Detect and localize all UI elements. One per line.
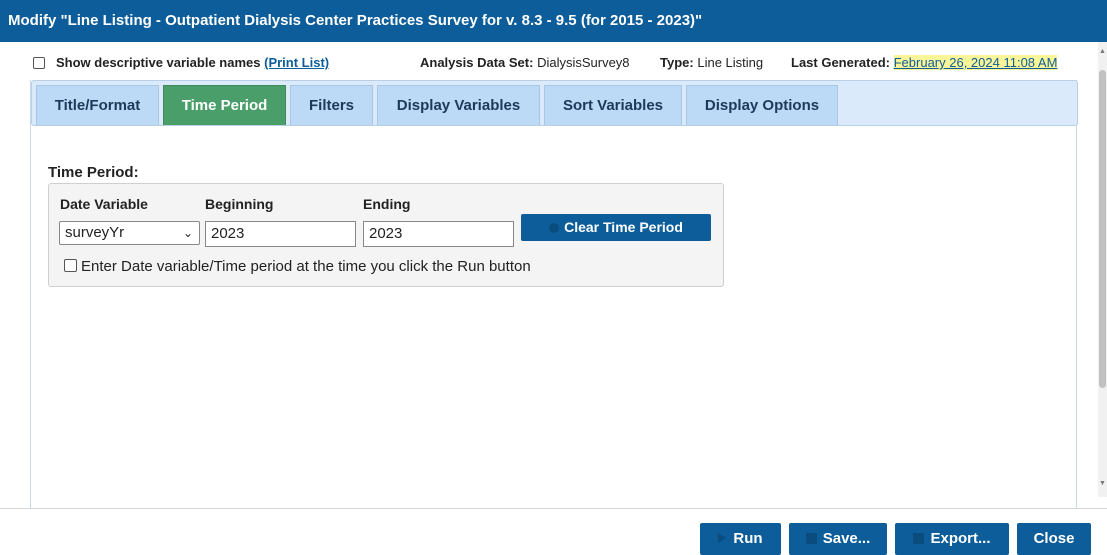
- clear-time-period-label: Clear Time Period: [564, 219, 683, 235]
- analysis-value: DialysisSurvey8: [537, 55, 630, 70]
- play-icon: [718, 533, 727, 543]
- info-bar: Show descriptive variable names (Print L…: [0, 50, 1090, 74]
- print-list-link[interactable]: (Print List): [264, 55, 329, 70]
- type-label: Type:: [660, 55, 694, 70]
- ending-label: Ending: [363, 196, 411, 212]
- save-label: Save...: [822, 530, 871, 547]
- date-variable-value: surveyYr: [65, 224, 125, 241]
- show-descriptive-text: Show descriptive variable names: [56, 55, 261, 70]
- last-generated-label: Last Generated:: [791, 55, 890, 70]
- clear-icon: [549, 223, 560, 233]
- type-info: Type: Line Listing: [660, 55, 763, 70]
- show-descriptive-checkbox[interactable]: [33, 57, 45, 69]
- show-descriptive-label: Show descriptive variable names (Print L…: [56, 55, 329, 70]
- tab-sort-variables[interactable]: Sort Variables: [544, 85, 682, 125]
- analysis-data-set: Analysis Data Set: DialysisSurvey8: [420, 55, 630, 70]
- beginning-input[interactable]: 2023: [205, 221, 356, 247]
- run-button[interactable]: Run: [700, 523, 781, 555]
- dialog-content: Show descriptive variable names (Print L…: [0, 42, 1107, 528]
- run-label: Run: [733, 530, 763, 547]
- date-variable-label: Date Variable: [60, 196, 148, 212]
- export-label: Export...: [930, 530, 991, 547]
- scroll-down-icon[interactable]: ▼: [1099, 480, 1106, 487]
- tab-panel: Title/Format Time Period Filters Display…: [30, 80, 1078, 528]
- time-period-section-label: Time Period:: [48, 164, 139, 181]
- date-variable-select[interactable]: surveyYr ⌄: [59, 221, 200, 245]
- close-button[interactable]: Close: [1017, 523, 1091, 555]
- dialog-footer: Run Save... Export... Close: [0, 508, 1107, 555]
- dialog-title: Modify "Line Listing - Outpatient Dialys…: [0, 0, 1107, 42]
- ending-input[interactable]: 2023: [363, 221, 514, 247]
- time-period-box: Date Variable Beginning Ending surveyYr …: [48, 183, 724, 287]
- tab-display-options[interactable]: Display Options: [686, 85, 838, 125]
- chevron-down-icon: ⌄: [182, 226, 193, 240]
- scroll-up-icon[interactable]: ▲: [1099, 48, 1106, 55]
- tab-filters[interactable]: Filters: [290, 85, 373, 125]
- export-button[interactable]: Export...: [895, 523, 1009, 555]
- save-button[interactable]: Save...: [789, 523, 887, 555]
- vertical-scrollbar[interactable]: ▲ ▼: [1098, 42, 1107, 497]
- scrollbar-thumb[interactable]: [1099, 70, 1106, 388]
- beginning-label: Beginning: [205, 196, 274, 212]
- last-generated: Last Generated: February 26, 2024 11:08 …: [791, 55, 1058, 70]
- last-generated-value[interactable]: February 26, 2024 11:08 AM: [893, 55, 1058, 70]
- tab-bar: Title/Format Time Period Filters Display…: [31, 80, 1078, 126]
- clear-time-period-button[interactable]: Clear Time Period: [521, 214, 711, 241]
- analysis-label: Analysis Data Set:: [420, 55, 534, 70]
- export-icon: [913, 533, 925, 544]
- tab-title-format[interactable]: Title/Format: [36, 85, 159, 125]
- save-icon: [805, 533, 817, 544]
- enter-at-run-label: Enter Date variable/Time period at the t…: [81, 258, 531, 275]
- enter-at-run-checkbox[interactable]: [64, 259, 77, 272]
- tab-display-variables[interactable]: Display Variables: [377, 85, 540, 125]
- type-value: Line Listing: [697, 55, 764, 70]
- tab-time-period[interactable]: Time Period: [163, 85, 286, 125]
- enter-at-run-row: Enter Date variable/Time period at the t…: [64, 258, 531, 275]
